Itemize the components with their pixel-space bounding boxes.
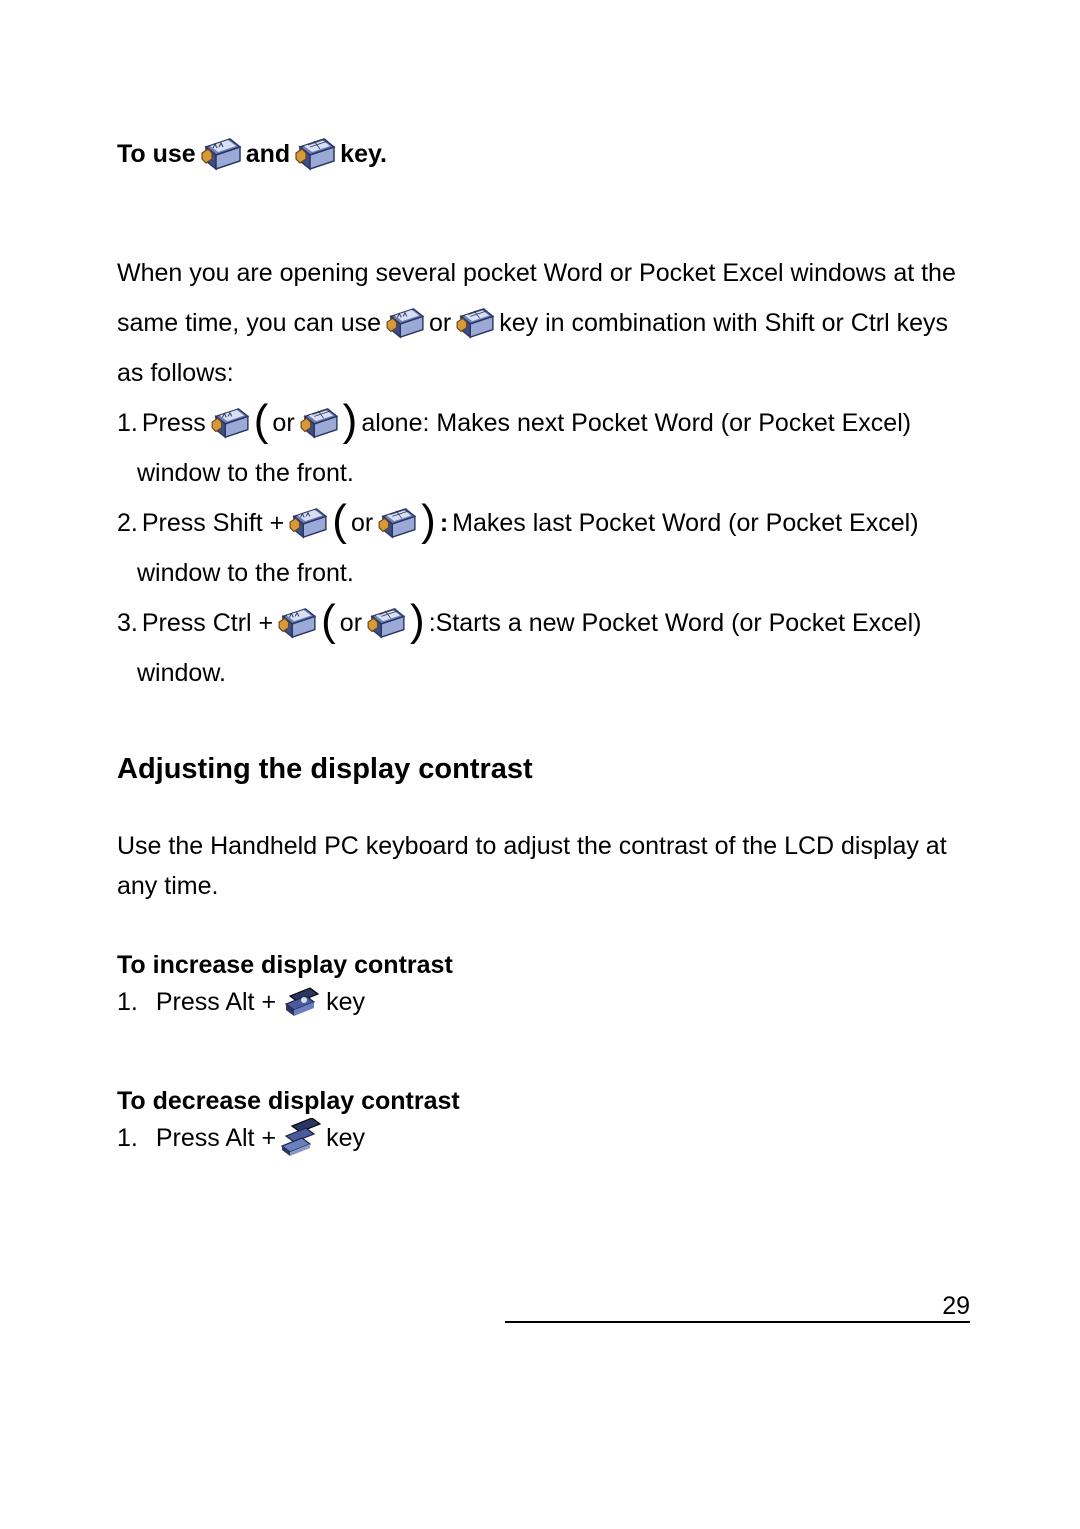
increase-post: key [326,982,365,1022]
excel-key-icon [294,137,336,171]
intro-line2: same time, you can use or key in combina… [117,298,970,348]
intro-line1: When you are opening several pocket Word… [117,248,970,298]
contrast-down-icon [280,1118,322,1158]
paren-close: ) [421,505,436,537]
excel-key-icon [377,507,417,539]
list-item-3: 3. Press Ctrl + ( or ) :Starts a new Poc… [117,598,970,698]
contrast-up-icon [280,982,322,1022]
item3-num: 3. [117,598,138,648]
word-key-icon [210,407,250,439]
increase-num: 1. [117,982,138,1022]
paren-close: ) [410,605,425,637]
item3-or: or [340,598,362,648]
page-footer: 29 [120,1320,970,1329]
item3-cont: window. [137,648,970,698]
item1-num: 1. [117,398,138,448]
item2-num: 2. [117,498,138,548]
item2-or: or [351,498,373,548]
list-item-2: 2. Press Shift + ( or ) : Makes last Poc… [117,498,970,598]
item3-post: :Starts a new Pocket Word (or Pocket Exc… [429,598,922,648]
increase-pre: Press Alt + [156,982,276,1022]
paren-close: ) [343,405,358,437]
word-key-icon [288,507,328,539]
intro-paragraph: When you are opening several pocket Word… [117,248,970,398]
item1-pre: Press [142,398,206,448]
item2-cont: window to the front. [137,548,970,598]
increase-step: 1. Press Alt + key [145,982,970,1022]
intro-line3: as follows: [117,348,970,398]
decrease-step: 1. Press Alt + key [145,1118,970,1158]
intro-line2a: same time, you can use [117,298,381,348]
intro-line2c: key in combination with Shift or Ctrl ke… [499,298,948,348]
footer-rule [505,1321,970,1323]
page: To use and key. When you are opening sev… [0,0,1080,1529]
item2-post: Makes last Pocket Word (or Pocket Excel) [452,498,918,548]
item1-or: or [272,398,294,448]
contrast-heading: Adjusting the display contrast [117,753,970,786]
list-item-1: 1. Press ( or ) alone: Makes next Pocket… [117,398,970,498]
heading-use-keys: To use and key. [117,135,970,173]
excel-key-icon [455,307,495,339]
word-key-icon [385,307,425,339]
increase-title: To increase display contrast [117,951,970,980]
contrast-desc: Use the Handheld PC keyboard to adjust t… [117,826,970,906]
item1-cont: window to the front. [137,448,970,498]
item2-pre: Press Shift + [142,498,284,548]
paren-open: ( [254,405,269,437]
paren-open: ( [332,505,347,537]
excel-key-icon [299,407,339,439]
word-key-icon [200,137,242,171]
intro-line2b: or [429,298,451,348]
decrease-pre: Press Alt + [156,1118,276,1158]
heading-pre: To use [117,135,196,173]
decrease-num: 1. [117,1118,138,1158]
heading-post: key. [340,135,387,173]
decrease-title: To decrease display contrast [117,1087,970,1116]
item2-bold-colon: : [440,498,448,548]
item3-pre: Press Ctrl + [142,598,273,648]
decrease-post: key [326,1118,365,1158]
heading-mid: and [246,135,290,173]
item1-post: alone: Makes next Pocket Word (or Pocket… [361,398,911,448]
paren-open: ( [321,605,336,637]
excel-key-icon [366,607,406,639]
word-key-icon [277,607,317,639]
page-number: 29 [120,1292,970,1321]
